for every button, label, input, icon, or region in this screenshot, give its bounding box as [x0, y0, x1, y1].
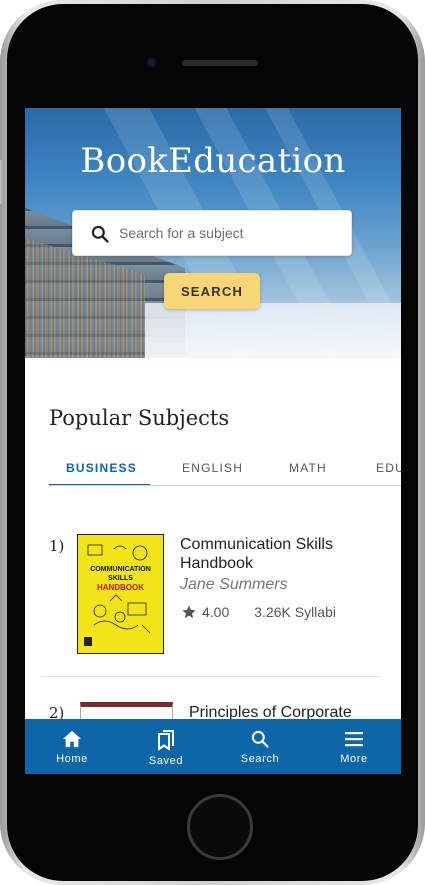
- book-title[interactable]: Communication Skills Handbook: [180, 535, 333, 573]
- nav-label: Saved: [148, 755, 184, 767]
- nav-saved[interactable]: Saved: [119, 719, 213, 774]
- book-title-line: Handbook: [180, 555, 253, 572]
- home-hardware-button[interactable]: [187, 794, 253, 860]
- cover-title-line: HANDBOOK: [96, 583, 145, 592]
- nav-label: Home: [56, 753, 88, 765]
- cover-title-line: SKILLS: [108, 575, 133, 582]
- book-author: Jane Summers: [180, 576, 288, 593]
- nav-more[interactable]: More: [307, 719, 401, 774]
- nav-search[interactable]: Search: [213, 719, 307, 774]
- phone-frame: BookEducation SEARCH Popular Subjects BU…: [0, 0, 425, 885]
- active-tab-indicator: [49, 484, 150, 485]
- volume-button: [0, 160, 2, 204]
- tab-education[interactable]: EDU: [376, 461, 401, 475]
- list-divider: [41, 676, 381, 677]
- bottom-navigation: Home Saved Search More: [25, 719, 401, 774]
- front-camera: [146, 57, 157, 68]
- app-title: BookEducation: [80, 141, 346, 181]
- cover-illustration: [84, 544, 151, 646]
- book-stats: 4.00 3.26K Syllabi: [181, 604, 336, 620]
- book-syllabi-count: 3.26K Syllabi: [254, 604, 336, 620]
- nav-label: Search: [240, 753, 280, 765]
- book-title-line: Communication Skills: [180, 536, 333, 553]
- star-icon: [182, 605, 196, 619]
- section-title: Popular Subjects: [49, 406, 230, 430]
- cover-title-line: COMMUNICATION: [90, 566, 151, 573]
- subject-tabs: BUSINESS ENGLISH MATH EDU: [49, 453, 401, 486]
- tab-business[interactable]: BUSINESS: [66, 461, 137, 475]
- library-floor-image: [145, 303, 401, 358]
- search-input[interactable]: [119, 220, 339, 246]
- tab-math[interactable]: MATH: [289, 461, 327, 475]
- menu-icon: [345, 732, 363, 747]
- app-screen: BookEducation SEARCH Popular Subjects BU…: [25, 108, 401, 774]
- tab-english[interactable]: ENGLISH: [182, 461, 243, 475]
- nav-home[interactable]: Home: [25, 719, 119, 774]
- home-icon: [62, 730, 82, 748]
- search-icon: [251, 730, 269, 748]
- search-icon: [91, 225, 109, 243]
- search-field[interactable]: [72, 210, 352, 256]
- hero-banner: BookEducation SEARCH: [25, 108, 401, 358]
- book-rating: 4.00: [202, 604, 230, 620]
- nav-label: More: [340, 753, 368, 765]
- earpiece: [182, 60, 258, 66]
- book-cover[interactable]: COMMUNICATION SKILLS HANDBOOK: [77, 534, 164, 654]
- search-button[interactable]: SEARCH: [164, 273, 260, 309]
- book-rank: 1): [49, 537, 65, 555]
- bookmarks-icon: [158, 730, 174, 751]
